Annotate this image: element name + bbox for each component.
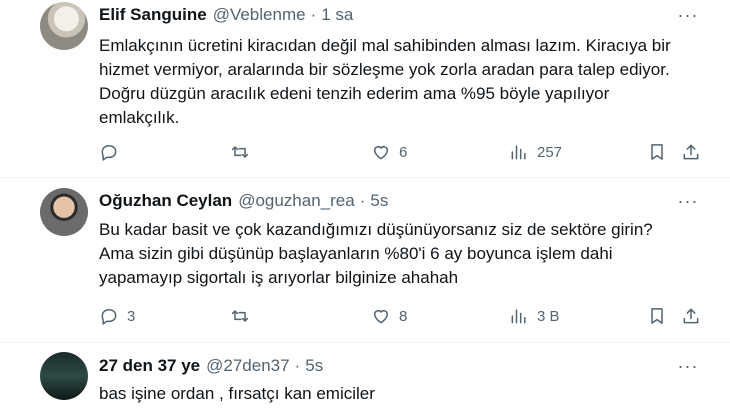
- separator-dot: ·: [294, 356, 301, 375]
- timestamp[interactable]: 1 sa: [321, 5, 353, 25]
- like-button[interactable]: 8: [371, 304, 407, 328]
- views-chart-icon: [511, 145, 526, 160]
- user-handle[interactable]: @27den37: [206, 356, 289, 376]
- views-button[interactable]: 3 B: [509, 304, 560, 328]
- tweet-text: Bu kadar basit ve çok kazandığımızı düşü…: [99, 220, 653, 287]
- bookmark-button[interactable]: [647, 140, 667, 164]
- like-button[interactable]: 6: [371, 140, 407, 164]
- tweet-header: 27 den 37 ye @27den37 · 5s: [99, 355, 323, 377]
- view-count: 257: [537, 143, 563, 161]
- bookmark-button[interactable]: [647, 304, 667, 328]
- retweet-icon: [231, 310, 249, 322]
- like-count: 6: [399, 143, 408, 161]
- reply-icon: [101, 309, 117, 325]
- avatar[interactable]: [40, 352, 88, 400]
- reply-icon: [101, 145, 117, 161]
- views-button[interactable]: 257: [509, 140, 562, 164]
- tweet-header: Elif Sanguine @Veblenme · 1 sa: [99, 4, 353, 26]
- more-options-icon[interactable]: ···: [678, 356, 698, 376]
- retweet-button[interactable]: [230, 304, 258, 328]
- timestamp[interactable]: 5s: [305, 356, 323, 376]
- reply-button[interactable]: 3: [99, 304, 135, 328]
- bookmark-icon: [651, 308, 663, 324]
- more-options-icon[interactable]: ···: [678, 191, 698, 211]
- separator-dot: ·: [310, 5, 317, 24]
- divider: [0, 177, 730, 178]
- display-name[interactable]: 27 den 37 ye: [99, 356, 200, 376]
- more-options-icon[interactable]: ···: [678, 5, 698, 25]
- reply-count: 3: [127, 307, 136, 325]
- tweet-actions: 3 8 3 B: [99, 304, 709, 328]
- tweet-actions: 6 257: [99, 140, 709, 164]
- share-icon: [683, 144, 699, 160]
- separator-dot: ·: [359, 191, 366, 210]
- view-count: 3 B: [537, 307, 560, 325]
- display-name[interactable]: Oğuzhan Ceylan: [99, 191, 232, 211]
- share-icon: [683, 308, 699, 324]
- retweet-icon: [231, 146, 249, 158]
- timestamp[interactable]: 5s: [370, 191, 388, 211]
- avatar[interactable]: [40, 2, 88, 50]
- tweet-header: Oğuzhan Ceylan @oguzhan_rea · 5s: [99, 190, 388, 212]
- tweet-text: bas işine ordan , fırsatçı kan emiciler: [99, 384, 375, 403]
- user-handle[interactable]: @Veblenme: [213, 5, 306, 25]
- heart-icon: [374, 310, 388, 324]
- user-handle[interactable]: @oguzhan_rea: [238, 191, 355, 211]
- heart-icon: [374, 146, 388, 160]
- avatar[interactable]: [40, 188, 88, 236]
- bookmark-icon: [651, 144, 663, 160]
- tweet-text: Emlakçının ücretini kiracıdan değil mal …: [99, 36, 671, 127]
- views-chart-icon: [511, 309, 526, 324]
- reply-button[interactable]: [99, 140, 127, 164]
- retweet-button[interactable]: [230, 140, 258, 164]
- share-button[interactable]: [681, 304, 701, 328]
- divider: [0, 342, 730, 343]
- display-name[interactable]: Elif Sanguine: [99, 5, 207, 25]
- like-count: 8: [399, 307, 408, 325]
- share-button[interactable]: [681, 140, 701, 164]
